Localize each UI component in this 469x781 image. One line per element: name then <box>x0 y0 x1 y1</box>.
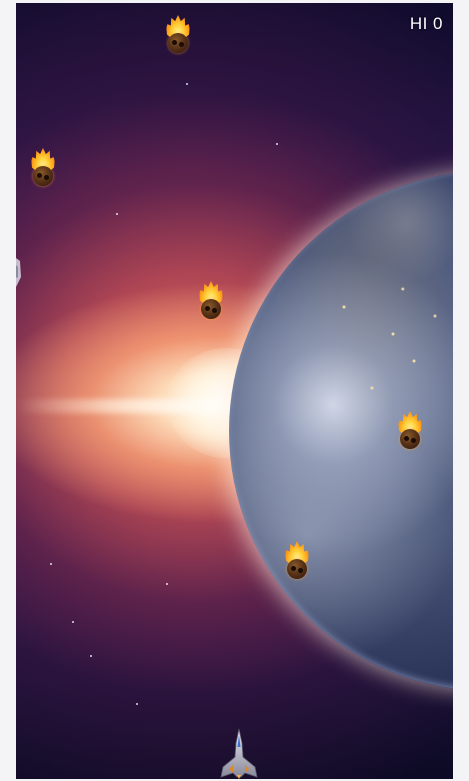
flaming-meteor-icon <box>163 15 193 55</box>
star <box>166 583 168 585</box>
star <box>90 655 92 657</box>
game-canvas[interactable]: HI 0 <box>16 3 453 779</box>
high-score: HI 0 <box>409 14 443 33</box>
partial-ship-icon <box>16 258 21 287</box>
star <box>72 621 74 623</box>
flaming-meteor-icon <box>282 541 312 581</box>
spaceship-icon[interactable] <box>219 727 259 779</box>
star <box>50 563 52 565</box>
star <box>136 703 138 705</box>
flaming-meteor-icon <box>28 148 58 188</box>
flaming-meteor-icon <box>395 411 425 451</box>
star <box>276 143 278 145</box>
flaming-meteor-icon <box>196 281 226 321</box>
star <box>186 83 188 85</box>
star <box>116 213 118 215</box>
